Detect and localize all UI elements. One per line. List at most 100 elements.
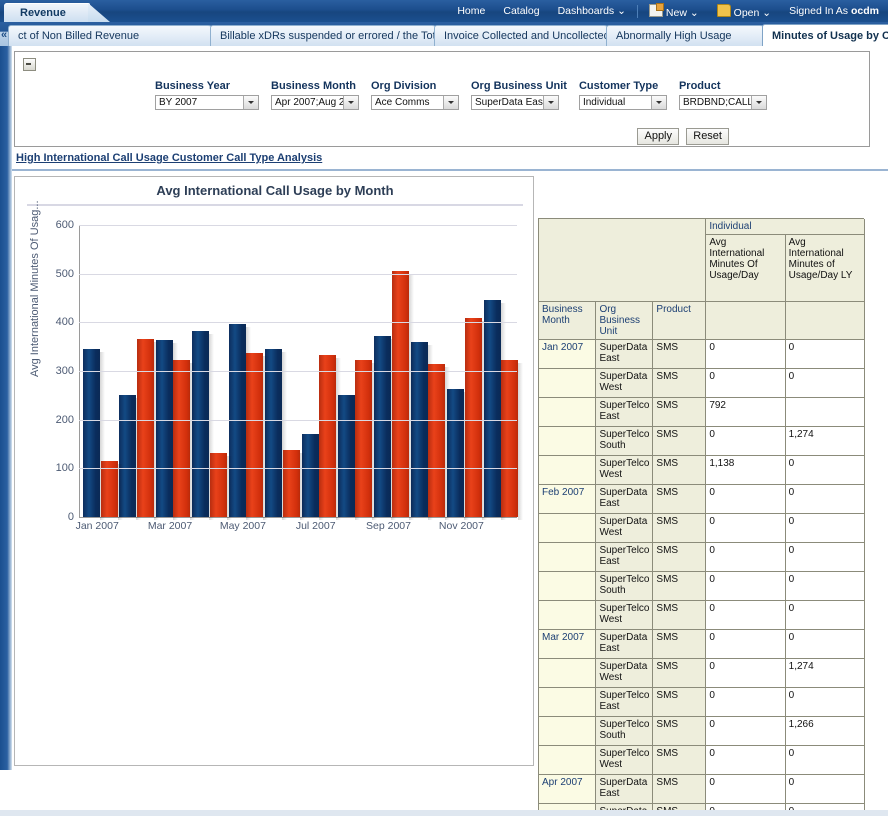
cell-business-month[interactable] — [539, 456, 596, 485]
pivot-dim-header-product[interactable]: Product — [653, 302, 706, 340]
nav-dashboards[interactable]: Dashboards ⌄ — [549, 5, 635, 17]
chevron-down-icon[interactable] — [443, 96, 458, 109]
cell-org-business-unit[interactable]: SuperData West — [596, 369, 653, 398]
filter-select-3[interactable]: SuperData East — [471, 95, 559, 110]
filter-select-5[interactable]: BRDBND;CALL; — [679, 95, 767, 110]
nav-new[interactable]: New ⌄ — [640, 4, 708, 19]
cell-business-month[interactable] — [539, 369, 596, 398]
cell-business-month[interactable]: Jan 2007 — [539, 340, 596, 369]
tabs-scroll-left-icon[interactable]: « — [1, 29, 7, 41]
cell-org-business-unit[interactable]: SuperTelco East — [596, 398, 653, 427]
dashboard-tab-4[interactable]: Minutes of Usage by Call Type — [762, 24, 888, 46]
cell-business-month[interactable] — [539, 514, 596, 543]
cell-org-business-unit[interactable]: SuperData East — [596, 775, 653, 804]
cell-business-month[interactable] — [539, 572, 596, 601]
cell-org-business-unit[interactable]: SuperData East — [596, 340, 653, 369]
table-row: SuperTelco SouthSMS01,266 — [539, 717, 865, 746]
nav-catalog[interactable]: Catalog — [494, 5, 548, 17]
chevron-down-icon[interactable] — [343, 96, 358, 109]
nav-signed-in-as[interactable]: Signed In As ocdm — [780, 5, 888, 17]
cell-product[interactable]: SMS — [653, 775, 706, 804]
chart-bar-s1-c7[interactable] — [355, 360, 372, 517]
cell-product[interactable]: SMS — [653, 572, 706, 601]
cell-avg-intl-min-usage-day: 0 — [706, 659, 785, 688]
cell-avg-intl-min-usage-day-ly: 1,274 — [785, 427, 864, 456]
filter-select-2[interactable]: Ace Comms — [371, 95, 459, 110]
chart-bar-s1-c2[interactable] — [173, 360, 190, 517]
cell-business-month[interactable] — [539, 746, 596, 775]
cell-org-business-unit[interactable]: SuperData West — [596, 659, 653, 688]
cell-product[interactable]: SMS — [653, 427, 706, 456]
chart-bar-s1-c10[interactable] — [465, 318, 482, 517]
cell-product[interactable]: SMS — [653, 746, 706, 775]
chart-bar-s1-c4[interactable] — [246, 353, 263, 518]
cell-product[interactable]: SMS — [653, 456, 706, 485]
cell-org-business-unit[interactable]: SuperTelco West — [596, 456, 653, 485]
pivot-dim-header-business-month[interactable]: Business Month — [539, 302, 596, 340]
chart-bar-s1-c3[interactable] — [210, 453, 227, 517]
chevron-down-icon[interactable] — [751, 96, 766, 109]
filter-select-0[interactable]: BY 2007 — [155, 95, 259, 110]
dashboard-tab-2[interactable]: Invoice Collected and Uncollected — [434, 25, 612, 46]
cell-org-business-unit[interactable]: SuperTelco East — [596, 688, 653, 717]
cell-product[interactable]: SMS — [653, 514, 706, 543]
pivot-dim-header-org-business-unit[interactable]: Org Business Unit — [596, 302, 653, 340]
cell-product[interactable]: SMS — [653, 630, 706, 659]
chart-bar-s1-c1[interactable] — [137, 339, 154, 517]
apply-button[interactable]: Apply — [637, 128, 679, 145]
chart-bar-s1-c9[interactable] — [428, 364, 445, 517]
dashboard-tab-0[interactable]: ct of Non Billed Revenue — [8, 25, 216, 46]
cell-business-month[interactable] — [539, 717, 596, 746]
cell-product[interactable]: SMS — [653, 543, 706, 572]
cell-business-month[interactable] — [539, 659, 596, 688]
cell-business-month[interactable] — [539, 427, 596, 456]
chart-bar-s1-c6[interactable] — [319, 355, 336, 517]
cell-business-month[interactable]: Mar 2007 — [539, 630, 596, 659]
cell-org-business-unit[interactable]: SuperTelco West — [596, 601, 653, 630]
cell-business-month[interactable] — [539, 398, 596, 427]
cell-org-business-unit[interactable]: SuperTelco South — [596, 717, 653, 746]
cell-product[interactable]: SMS — [653, 717, 706, 746]
cell-org-business-unit[interactable]: SuperData West — [596, 514, 653, 543]
report-title-link[interactable]: High International Call Usage Customer C… — [16, 152, 322, 164]
reset-button[interactable]: Reset — [686, 128, 729, 145]
cell-product[interactable]: SMS — [653, 485, 706, 514]
cell-org-business-unit[interactable]: SuperTelco South — [596, 427, 653, 456]
cell-business-month[interactable] — [539, 543, 596, 572]
filter-select-1[interactable]: Apr 2007;Aug 2 — [271, 95, 359, 110]
chart-bar-s0-c0[interactable] — [83, 349, 100, 517]
chart-bar-s1-c5[interactable] — [283, 450, 300, 517]
app-tab-revenue[interactable]: Revenue — [4, 3, 90, 22]
cell-org-business-unit[interactable]: SuperData East — [596, 485, 653, 514]
cell-org-business-unit[interactable]: SuperTelco West — [596, 746, 653, 775]
cell-business-month[interactable] — [539, 688, 596, 717]
chart-bar-s1-c8[interactable] — [392, 271, 409, 517]
collapse-minus-icon[interactable] — [23, 58, 36, 71]
cell-business-month[interactable]: Apr 2007 — [539, 775, 596, 804]
chart-bar-s1-c0[interactable] — [101, 461, 118, 517]
cell-product[interactable]: SMS — [653, 688, 706, 717]
cell-product[interactable]: SMS — [653, 398, 706, 427]
chart-bar-s1-c11[interactable] — [501, 360, 518, 517]
cell-business-month[interactable] — [539, 601, 596, 630]
dashboard-tab-3[interactable]: Abnormally High Usage — [606, 25, 768, 46]
chevron-down-icon[interactable] — [651, 96, 666, 109]
cell-avg-intl-min-usage-day-ly: 0 — [785, 601, 864, 630]
pivot-measure-header-1[interactable]: Avg International Minutes Of Usage/Day — [706, 235, 785, 302]
pivot-group-header[interactable]: Individual — [706, 219, 865, 235]
cell-org-business-unit[interactable]: SuperTelco South — [596, 572, 653, 601]
cell-product[interactable]: SMS — [653, 659, 706, 688]
cell-business-month[interactable]: Feb 2007 — [539, 485, 596, 514]
cell-product[interactable]: SMS — [653, 369, 706, 398]
chevron-down-icon[interactable] — [243, 96, 258, 109]
cell-product[interactable]: SMS — [653, 340, 706, 369]
cell-org-business-unit[interactable]: SuperData East — [596, 630, 653, 659]
chevron-down-icon[interactable] — [543, 96, 558, 109]
nav-home[interactable]: Home — [448, 5, 494, 17]
nav-open[interactable]: Open ⌄ — [708, 4, 780, 19]
dashboard-tab-1[interactable]: Billable xDRs suspended or errored / the… — [210, 25, 440, 46]
filter-select-4[interactable]: Individual — [579, 95, 667, 110]
cell-org-business-unit[interactable]: SuperTelco East — [596, 543, 653, 572]
cell-product[interactable]: SMS — [653, 601, 706, 630]
pivot-measure-header-2[interactable]: Avg International Minutes of Usage/Day L… — [785, 235, 864, 302]
